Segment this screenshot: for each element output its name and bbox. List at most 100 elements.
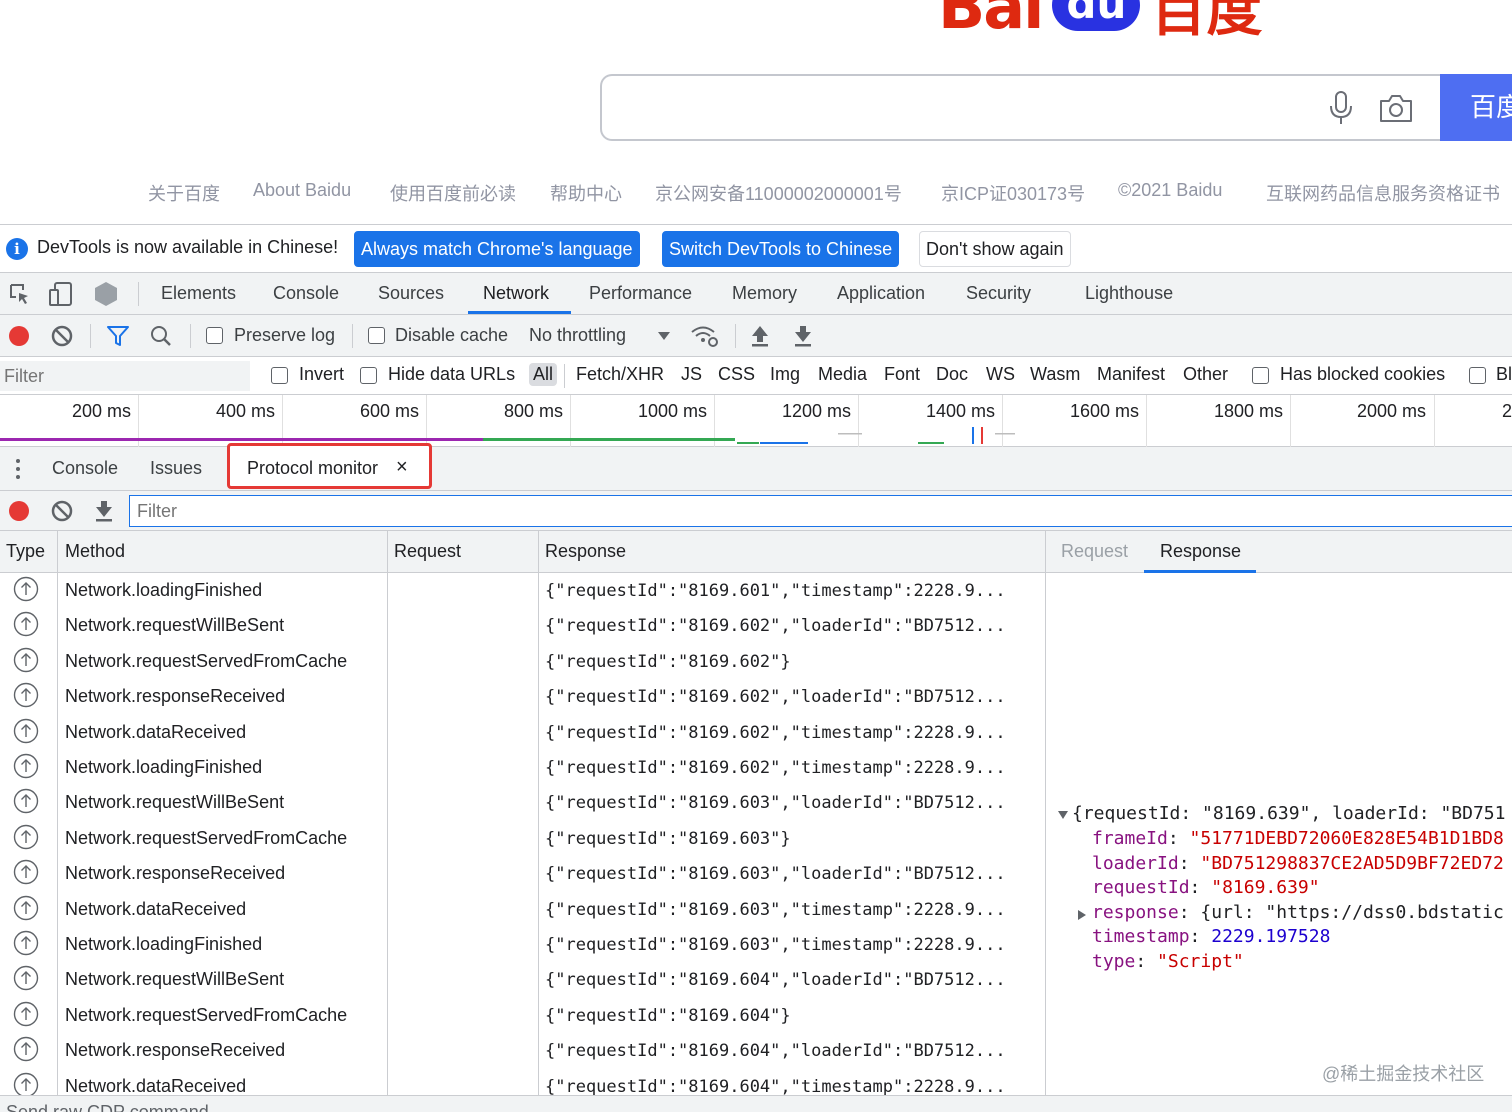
protocol-filter-input[interactable] bbox=[129, 495, 1512, 527]
type-filter-media[interactable]: Media bbox=[818, 364, 867, 385]
tab-lighthouse[interactable]: Lighthouse bbox=[1085, 283, 1173, 304]
type-filter-manifest[interactable]: Manifest bbox=[1097, 364, 1165, 385]
footer-link[interactable]: 互联网药品信息服务资格证书 bbox=[1266, 180, 1500, 206]
drawer-tab-protocol-monitor[interactable]: Protocol monitor × bbox=[227, 443, 432, 489]
inspect-element-icon[interactable] bbox=[8, 282, 32, 306]
cdp-command-bar[interactable]: Send raw CDP command bbox=[0, 1095, 1512, 1112]
search-input[interactable] bbox=[600, 74, 1445, 141]
throttling-select[interactable]: No throttling bbox=[529, 325, 626, 346]
tab-elements[interactable]: Elements bbox=[161, 283, 236, 304]
table-row[interactable]: Network.requestServedFromCache {"requestI… bbox=[0, 998, 1045, 1033]
json-field-timestamp: timestamp: 2229.197528 bbox=[1092, 926, 1331, 947]
record-icon[interactable] bbox=[8, 325, 30, 347]
filter-icon[interactable] bbox=[106, 325, 130, 347]
footer-link[interactable]: 使用百度前必读 bbox=[390, 180, 516, 206]
footer-link[interactable]: 京ICP证030173号 bbox=[941, 180, 1085, 206]
footer-link[interactable]: 关于百度 bbox=[148, 180, 220, 206]
table-row[interactable]: Network.requestServedFromCache {"requestI… bbox=[0, 644, 1045, 679]
row-response: {"requestId":"8169.602","timestamp":2228… bbox=[545, 722, 1006, 743]
clear-icon[interactable] bbox=[51, 325, 73, 347]
invert-checkbox[interactable] bbox=[271, 367, 288, 384]
network-overview-timeline[interactable]: 200 ms 400 ms 600 ms 800 ms 1000 ms 1200… bbox=[0, 395, 1512, 447]
download-icon[interactable] bbox=[94, 499, 114, 523]
drawer-tab-console[interactable]: Console bbox=[52, 458, 118, 479]
device-toolbar-icon[interactable] bbox=[48, 281, 74, 307]
type-filter-fetch-xhr[interactable]: Fetch/XHR bbox=[576, 364, 664, 385]
table-row[interactable]: Network.requestServedFromCache {"requestI… bbox=[0, 821, 1045, 856]
type-filter-all[interactable]: All bbox=[529, 363, 558, 386]
extension-icon[interactable] bbox=[92, 280, 120, 308]
clear-icon[interactable] bbox=[51, 500, 73, 522]
load-event-marker bbox=[981, 427, 983, 444]
disable-cache-checkbox[interactable] bbox=[368, 327, 385, 344]
close-icon[interactable]: × bbox=[396, 456, 408, 479]
tab-network[interactable]: Network bbox=[483, 283, 549, 304]
more-options-icon[interactable] bbox=[14, 457, 22, 481]
json-value: "BD751298837CE2AD5D9BF72ED72 bbox=[1200, 852, 1504, 874]
tab-sources[interactable]: Sources bbox=[378, 283, 444, 304]
tab-performance[interactable]: Performance bbox=[589, 283, 692, 304]
table-row[interactable]: Network.dataReceived {"requestId":"8169.6… bbox=[0, 892, 1045, 927]
footer-link[interactable]: About Baidu bbox=[253, 180, 351, 201]
camera-icon[interactable] bbox=[1378, 90, 1414, 126]
row-method: Network.requestServedFromCache bbox=[65, 1004, 348, 1025]
search-button[interactable]: 百度一下 bbox=[1440, 74, 1512, 141]
footer-link[interactable]: 京公网安备11000002000001号 bbox=[655, 180, 902, 206]
column-header-request[interactable]: Request bbox=[394, 541, 461, 562]
hide-data-urls-checkbox[interactable] bbox=[360, 367, 377, 384]
table-row[interactable]: Network.requestWillBeSent {"requestId":"8… bbox=[0, 785, 1045, 820]
collapse-triangle-icon[interactable] bbox=[1057, 810, 1069, 820]
detail-tab-response[interactable]: Response bbox=[1160, 541, 1241, 562]
row-method: Network.dataReceived bbox=[65, 721, 247, 742]
table-row[interactable]: Network.responseReceived {"requestId":"81… bbox=[0, 679, 1045, 714]
expand-triangle-icon[interactable] bbox=[1077, 909, 1087, 921]
timeline-bar bbox=[995, 433, 1015, 435]
type-filter-js[interactable]: JS bbox=[681, 364, 702, 385]
timeline-tick-label: 200 ms bbox=[72, 401, 132, 421]
type-filter-font[interactable]: Font bbox=[884, 364, 920, 385]
search-icon[interactable] bbox=[150, 325, 172, 347]
export-har-icon[interactable] bbox=[793, 324, 813, 348]
table-row[interactable]: Network.loadingFinished {"requestId":"816… bbox=[0, 573, 1045, 608]
received-arrow-icon bbox=[13, 718, 39, 743]
import-har-icon[interactable] bbox=[750, 324, 770, 348]
tab-application[interactable]: Application bbox=[837, 283, 925, 304]
microphone-icon[interactable] bbox=[1327, 90, 1355, 126]
network-conditions-icon[interactable] bbox=[690, 324, 720, 348]
received-arrow-icon bbox=[13, 789, 39, 814]
type-filter-other[interactable]: Other bbox=[1183, 364, 1228, 385]
table-row[interactable]: Network.loadingFinished {"requestId":"816… bbox=[0, 750, 1045, 785]
preserve-log-checkbox[interactable] bbox=[206, 327, 223, 344]
switch-to-chinese-button[interactable]: Switch DevTools to Chinese bbox=[662, 231, 900, 267]
dont-show-again-button[interactable]: Don't show again bbox=[919, 231, 1071, 267]
column-header-type[interactable]: Type bbox=[6, 541, 45, 562]
detail-tab-request[interactable]: Request bbox=[1061, 541, 1128, 562]
network-filter-input[interactable] bbox=[0, 361, 250, 391]
tab-security[interactable]: Security bbox=[966, 283, 1031, 304]
tab-memory[interactable]: Memory bbox=[732, 283, 797, 304]
table-row[interactable]: Network.responseReceived {"requestId":"81… bbox=[0, 1033, 1045, 1068]
table-row[interactable]: Network.dataReceived {"requestId":"8169.6… bbox=[0, 715, 1045, 750]
blocked-requests-checkbox[interactable] bbox=[1469, 367, 1486, 384]
column-header-response[interactable]: Response bbox=[545, 541, 626, 562]
type-filter-wasm[interactable]: Wasm bbox=[1030, 364, 1080, 385]
table-row[interactable]: Network.loadingFinished {"requestId":"816… bbox=[0, 927, 1045, 962]
table-row[interactable]: Network.requestWillBeSent {"requestId":"8… bbox=[0, 608, 1045, 643]
json-field-response[interactable]: response: {url: "https://dss0.bdstatic bbox=[1092, 902, 1504, 923]
type-filter-ws[interactable]: WS bbox=[986, 364, 1015, 385]
drawer-tab-issues[interactable]: Issues bbox=[150, 458, 202, 479]
type-filter-css[interactable]: CSS bbox=[718, 364, 755, 385]
record-icon[interactable] bbox=[8, 500, 30, 522]
received-arrow-icon bbox=[13, 647, 39, 672]
table-row[interactable]: Network.requestWillBeSent {"requestId":"8… bbox=[0, 962, 1045, 997]
timeline-tick-label: 400 ms bbox=[216, 401, 276, 421]
footer-link[interactable]: 帮助中心 bbox=[550, 180, 622, 206]
type-filter-doc[interactable]: Doc bbox=[936, 364, 968, 385]
column-header-method[interactable]: Method bbox=[65, 541, 125, 562]
table-row[interactable]: Network.responseReceived {"requestId":"81… bbox=[0, 856, 1045, 891]
tab-console[interactable]: Console bbox=[273, 283, 339, 304]
always-match-language-button[interactable]: Always match Chrome's language bbox=[354, 231, 640, 267]
has-blocked-cookies-checkbox[interactable] bbox=[1252, 367, 1269, 384]
type-filter-img[interactable]: Img bbox=[770, 364, 800, 385]
chevron-down-icon[interactable] bbox=[657, 331, 671, 341]
